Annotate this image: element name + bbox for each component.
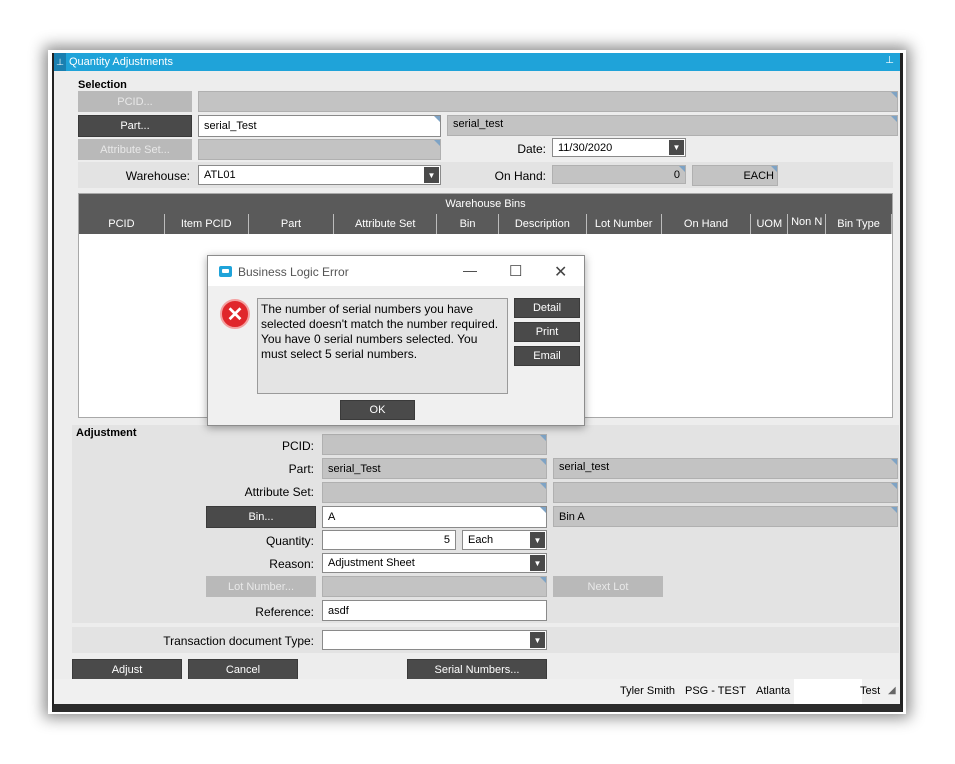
reference-value: asdf bbox=[328, 604, 349, 617]
adj-part-description: serial_test bbox=[559, 461, 610, 473]
adj-part-value: serial_Test bbox=[328, 462, 381, 475]
chevron-down-icon[interactable]: ▼ bbox=[424, 167, 439, 183]
redacted-block bbox=[794, 679, 862, 704]
adj-attribute-set-label: Attribute Set: bbox=[244, 485, 314, 499]
column-header[interactable]: Attribute Set bbox=[334, 214, 438, 234]
adj-part-label: Part: bbox=[288, 462, 314, 476]
column-header[interactable]: Part bbox=[249, 214, 335, 234]
part-value: serial_Test bbox=[204, 120, 257, 132]
window-titlebar: ⊥ Quantity Adjustments ⊥ bbox=[54, 53, 900, 71]
close-icon[interactable]: ✕ bbox=[554, 262, 567, 282]
status-company: PSG - TEST bbox=[685, 685, 746, 697]
adj-attribute-set-description bbox=[553, 482, 898, 503]
pcid-button[interactable]: PCID... bbox=[78, 91, 192, 112]
adj-part-description-field: serial_test bbox=[553, 458, 898, 479]
transaction-doc-type-label: Transaction document Type: bbox=[163, 634, 314, 648]
part-description-field: serial_test bbox=[447, 115, 898, 136]
warehouse-select[interactable]: ATL01 ▼ bbox=[198, 165, 441, 185]
dialog-title: Business Logic Error bbox=[238, 265, 349, 279]
on-hand-field: 0 bbox=[552, 165, 686, 184]
app-icon bbox=[219, 266, 232, 277]
adj-pcid-label: PCID: bbox=[281, 439, 314, 453]
cancel-button[interactable]: Cancel bbox=[188, 659, 298, 681]
adj-pcid-field bbox=[322, 434, 547, 455]
column-header[interactable]: Bin bbox=[437, 214, 499, 234]
dialog-titlebar: Business Logic Error — ☐ ✕ bbox=[208, 256, 584, 286]
reference-label: Reference: bbox=[255, 605, 314, 619]
date-value: 11/30/2020 bbox=[558, 141, 613, 154]
window-title: Quantity Adjustments bbox=[69, 56, 173, 68]
warehouse-bins-title: Warehouse Bins bbox=[79, 194, 892, 214]
reason-label: Reason: bbox=[269, 557, 314, 571]
bin-button[interactable]: Bin... bbox=[206, 506, 316, 528]
column-header[interactable]: On Hand bbox=[662, 214, 752, 234]
reason-value: Adjustment Sheet bbox=[328, 557, 415, 569]
lot-number-button[interactable]: Lot Number... bbox=[206, 576, 316, 597]
chevron-down-icon[interactable]: ▼ bbox=[530, 555, 545, 571]
quantity-uom-value: Each bbox=[468, 534, 494, 546]
quantity-value: 5 bbox=[443, 534, 450, 546]
status-env: Test bbox=[860, 685, 881, 697]
column-header[interactable]: Lot Number bbox=[587, 214, 662, 234]
adjustment-section-label: Adjustment bbox=[76, 427, 137, 439]
column-header[interactable]: Bin Type bbox=[826, 214, 892, 234]
date-label: Date: bbox=[517, 142, 546, 156]
adj-attribute-set-field bbox=[322, 482, 547, 503]
transaction-doc-type-select[interactable]: ▼ bbox=[322, 630, 547, 650]
serial-numbers-button[interactable]: Serial Numbers... bbox=[407, 659, 547, 681]
warehouse-value: ATL01 bbox=[204, 169, 236, 181]
attribute-set-field bbox=[198, 139, 441, 160]
status-location: Atlanta bbox=[756, 685, 791, 697]
uom-value: EACH bbox=[743, 169, 774, 182]
quantity-input[interactable]: 5 bbox=[322, 530, 456, 550]
adj-part-field: serial_Test bbox=[322, 458, 547, 479]
part-description: serial_test bbox=[453, 118, 504, 130]
detail-button[interactable]: Detail bbox=[514, 298, 580, 318]
date-picker[interactable]: 11/30/2020 ▼ bbox=[552, 138, 686, 157]
quantity-label: Quantity: bbox=[265, 534, 314, 548]
bin-description: Bin A bbox=[559, 510, 585, 523]
uom-field: EACH bbox=[692, 165, 778, 186]
grid-header-row: PCID Item PCID Part Attribute Set Bin De… bbox=[79, 214, 892, 234]
print-button[interactable]: Print bbox=[514, 322, 580, 342]
attribute-set-button[interactable]: Attribute Set... bbox=[78, 139, 192, 160]
reason-select[interactable]: Adjustment Sheet ▼ bbox=[322, 553, 547, 573]
chevron-down-icon[interactable]: ▼ bbox=[530, 632, 545, 648]
on-hand-label: On Hand: bbox=[494, 169, 546, 183]
column-header[interactable]: PCID bbox=[79, 214, 165, 234]
resize-grip-icon[interactable]: ◢ bbox=[888, 685, 896, 696]
maximize-icon[interactable]: ☐ bbox=[509, 262, 522, 280]
error-icon: ✕ bbox=[220, 299, 250, 329]
status-user: Tyler Smith bbox=[620, 685, 676, 697]
lot-number-field bbox=[322, 576, 547, 597]
chevron-down-icon[interactable]: ▼ bbox=[669, 140, 684, 155]
adjust-button[interactable]: Adjust bbox=[72, 659, 182, 681]
ok-button[interactable]: OK bbox=[340, 400, 415, 420]
warehouse-label: Warehouse: bbox=[125, 169, 190, 183]
on-hand-value: 0 bbox=[673, 168, 680, 181]
column-header[interactable]: Description bbox=[499, 214, 587, 234]
part-input[interactable]: serial_Test bbox=[198, 115, 441, 137]
chevron-down-icon[interactable]: ▼ bbox=[530, 532, 545, 548]
pin-icon[interactable]: ⊥ bbox=[54, 53, 66, 71]
column-header[interactable]: Non N bbox=[788, 214, 827, 234]
part-button[interactable]: Part... bbox=[78, 115, 192, 137]
email-button[interactable]: Email bbox=[514, 346, 580, 366]
selection-section-label: Selection bbox=[78, 79, 127, 91]
minimize-icon[interactable]: — bbox=[463, 262, 477, 278]
column-header[interactable]: Item PCID bbox=[165, 214, 249, 234]
error-message: The number of serial numbers you have se… bbox=[257, 298, 508, 394]
pcid-field bbox=[198, 91, 898, 112]
quantity-uom-select[interactable]: Each ▼ bbox=[462, 530, 547, 550]
next-lot-button[interactable]: Next Lot bbox=[553, 576, 663, 597]
column-header[interactable]: UOM bbox=[751, 214, 789, 234]
bin-input[interactable]: A bbox=[322, 506, 547, 528]
status-bar: Tyler Smith PSG - TEST Atlanta Test ◢ bbox=[54, 679, 900, 704]
pin-icon[interactable]: ⊥ bbox=[885, 55, 894, 66]
business-logic-error-dialog: Business Logic Error — ☐ ✕ ✕ The number … bbox=[207, 255, 585, 426]
reference-input[interactable]: asdf bbox=[322, 600, 547, 621]
bin-description-field: Bin A bbox=[553, 506, 898, 527]
bin-value: A bbox=[328, 511, 336, 523]
